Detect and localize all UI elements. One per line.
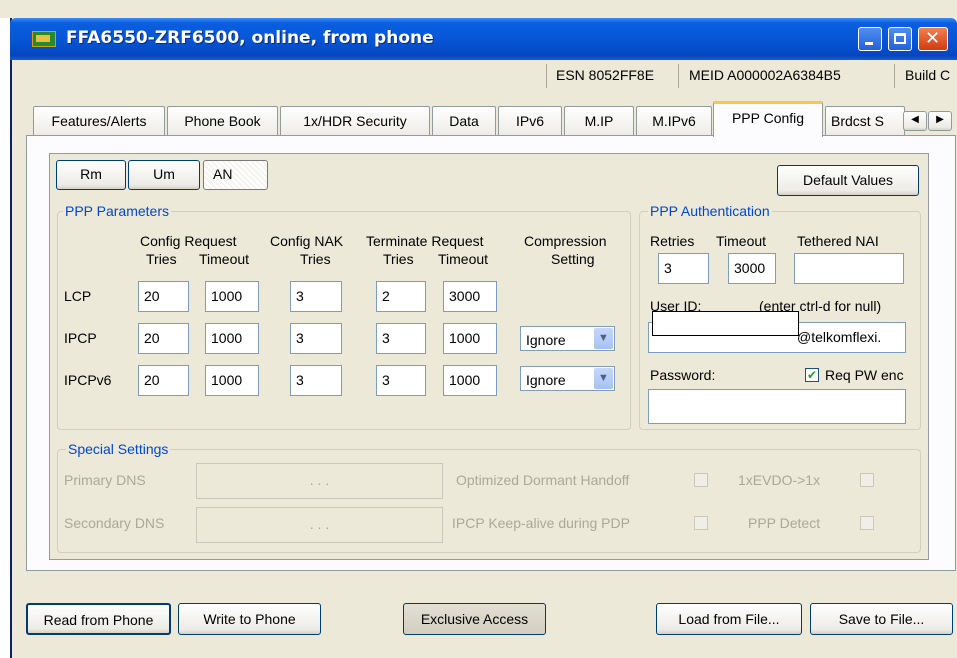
chevron-down-icon: ▼ xyxy=(594,328,613,349)
ipcpv6-compression-select[interactable]: Ignore ▼ xyxy=(520,366,615,391)
password-label: Password: xyxy=(650,367,716,383)
lcp-term-timeout-input[interactable]: 3000 xyxy=(443,281,497,312)
retries-label: Retries xyxy=(650,233,695,249)
req-pw-enc-label: Req PW enc xyxy=(825,367,904,383)
tab-ppp-config[interactable]: PPP Config xyxy=(713,101,823,137)
esn-label: ESN 8052FF8E xyxy=(556,67,655,83)
lcp-cfg-tries-input[interactable]: 20 xyxy=(138,281,189,312)
ipcp-compression-select[interactable]: Ignore ▼ xyxy=(520,326,615,351)
close-icon: ✕ xyxy=(925,28,941,49)
ipcpv6-cfg-tries-input[interactable]: 20 xyxy=(138,365,189,396)
primary-dns-input[interactable]: . . . xyxy=(196,463,443,499)
chevron-left-icon: ◀ xyxy=(911,114,919,125)
setting-header: Setting xyxy=(551,251,595,267)
optimized-dormant-handoff-label: Optimized Dormant Handoff xyxy=(456,472,630,488)
terminate-request-header: Terminate Request xyxy=(366,233,484,249)
lcp-label: LCP xyxy=(64,288,92,304)
ppp-authentication-legend: PPP Authentication xyxy=(648,203,772,219)
info-separator xyxy=(894,64,895,88)
ipcp-keepalive-label: IPCP Keep-alive during PDP xyxy=(452,515,630,531)
chevron-down-icon: ▼ xyxy=(594,368,613,389)
primary-dns-label: Primary DNS xyxy=(64,472,146,488)
save-to-file-button[interactable]: Save to File... xyxy=(810,603,953,635)
compression-header: Compression xyxy=(524,233,607,249)
info-separator xyxy=(678,64,679,88)
checkmark-icon: ✔ xyxy=(806,368,818,382)
default-values-button[interactable]: Default Values xyxy=(777,165,919,196)
build-label: Build C xyxy=(905,67,951,83)
config-nak-header: Config NAK xyxy=(270,233,344,249)
tab-1x-hdr-security[interactable]: 1x/HDR Security xyxy=(280,106,430,136)
title-bar: FFA6550-ZRF6500, online, from phone ✕ xyxy=(10,18,957,60)
close-button[interactable]: ✕ xyxy=(918,27,948,51)
ipcp-cfg-tries-input[interactable]: 20 xyxy=(138,323,189,354)
read-from-phone-button[interactable]: Read from Phone xyxy=(26,603,171,635)
evdo-checkbox[interactable] xyxy=(860,473,874,487)
window-title: FFA6550-ZRF6500, online, from phone xyxy=(66,28,434,48)
ipcp-nak-tries-input[interactable]: 3 xyxy=(290,323,342,354)
config-request-header: Config Request xyxy=(140,233,237,249)
auth-timeout-input[interactable]: 3000 xyxy=(728,253,776,284)
ppp-detect-checkbox[interactable] xyxy=(860,516,874,530)
ipcpv6-term-timeout-input[interactable]: 1000 xyxy=(443,365,497,396)
tab-features-alerts[interactable]: Features/Alerts xyxy=(33,106,165,136)
secondary-dns-label: Secondary DNS xyxy=(64,515,165,531)
tab-data[interactable]: Data xyxy=(432,106,496,136)
ppp-parameters-legend: PPP Parameters xyxy=(63,203,172,219)
special-settings-legend: Special Settings xyxy=(66,441,171,457)
minimize-button[interactable] xyxy=(858,27,882,51)
term-tries-header: Tries xyxy=(383,251,414,267)
password-input[interactable] xyxy=(648,389,906,424)
tab-scroll-right[interactable]: ▶ xyxy=(928,111,952,131)
ipcpv6-cfg-timeout-input[interactable]: 1000 xyxy=(205,365,259,396)
term-timeout-header: Timeout xyxy=(438,251,489,267)
cfg-timeout-header: Timeout xyxy=(199,251,250,267)
nak-tries-header: Tries xyxy=(300,251,331,267)
maximize-button[interactable] xyxy=(888,27,912,51)
tab-mipv6[interactable]: M.IPv6 xyxy=(636,106,712,136)
lcp-cfg-timeout-input[interactable]: 1000 xyxy=(205,281,259,312)
tab-mip[interactable]: M.IP xyxy=(564,106,634,136)
ipcpv6-term-tries-input[interactable]: 3 xyxy=(376,365,426,396)
secondary-dns-input[interactable]: . . . xyxy=(196,507,443,543)
tab-phone-book[interactable]: Phone Book xyxy=(167,106,278,136)
timeout-label: Timeout xyxy=(716,233,767,249)
ppp-detect-label: PPP Detect xyxy=(748,515,821,531)
evdo-label: 1xEVDO->1x xyxy=(738,472,821,488)
an-button[interactable]: AN xyxy=(203,160,268,190)
ipcpv6-compression-value: Ignore xyxy=(526,372,566,388)
special-settings-group xyxy=(57,449,921,553)
rm-button[interactable]: Rm xyxy=(56,160,126,190)
ipcp-label: IPCP xyxy=(64,330,97,346)
lcp-nak-tries-input[interactable]: 3 xyxy=(290,281,342,312)
taskbar-strip xyxy=(0,0,957,18)
write-to-phone-button[interactable]: Write to Phone xyxy=(178,603,321,635)
exclusive-access-button[interactable]: Exclusive Access xyxy=(403,603,546,635)
ipcp-compression-value: Ignore xyxy=(526,332,566,348)
ipcp-keepalive-checkbox[interactable] xyxy=(694,516,708,530)
ipcp-cfg-timeout-input[interactable]: 1000 xyxy=(205,323,259,354)
redaction-box xyxy=(652,311,799,336)
optimized-dormant-handoff-checkbox[interactable] xyxy=(694,473,708,487)
ipcp-term-tries-input[interactable]: 3 xyxy=(376,323,426,354)
app-icon xyxy=(32,31,56,47)
tethered-nai-label: Tethered NAI xyxy=(797,233,879,249)
chevron-right-icon: ▶ xyxy=(936,114,944,125)
retries-input[interactable]: 3 xyxy=(658,253,709,284)
ipcp-term-timeout-input[interactable]: 1000 xyxy=(443,323,497,354)
info-separator xyxy=(546,64,547,88)
um-button[interactable]: Um xyxy=(128,160,200,190)
ipcpv6-label: IPCPv6 xyxy=(64,372,112,388)
load-from-file-button[interactable]: Load from File... xyxy=(656,603,802,635)
meid-label: MEID A000002A6384B5 xyxy=(689,67,841,83)
cfg-tries-header: Tries xyxy=(146,251,177,267)
req-pw-enc-checkbox[interactable]: ✔ xyxy=(805,368,819,382)
lcp-term-tries-input[interactable]: 2 xyxy=(376,281,426,312)
tab-scroll-left[interactable]: ◀ xyxy=(903,111,927,131)
tab-brdcst[interactable]: Brdcst S xyxy=(825,106,905,136)
tab-ipv6[interactable]: IPv6 xyxy=(498,106,562,136)
tethered-nai-input[interactable] xyxy=(794,253,904,284)
ipcpv6-nak-tries-input[interactable]: 3 xyxy=(290,365,342,396)
